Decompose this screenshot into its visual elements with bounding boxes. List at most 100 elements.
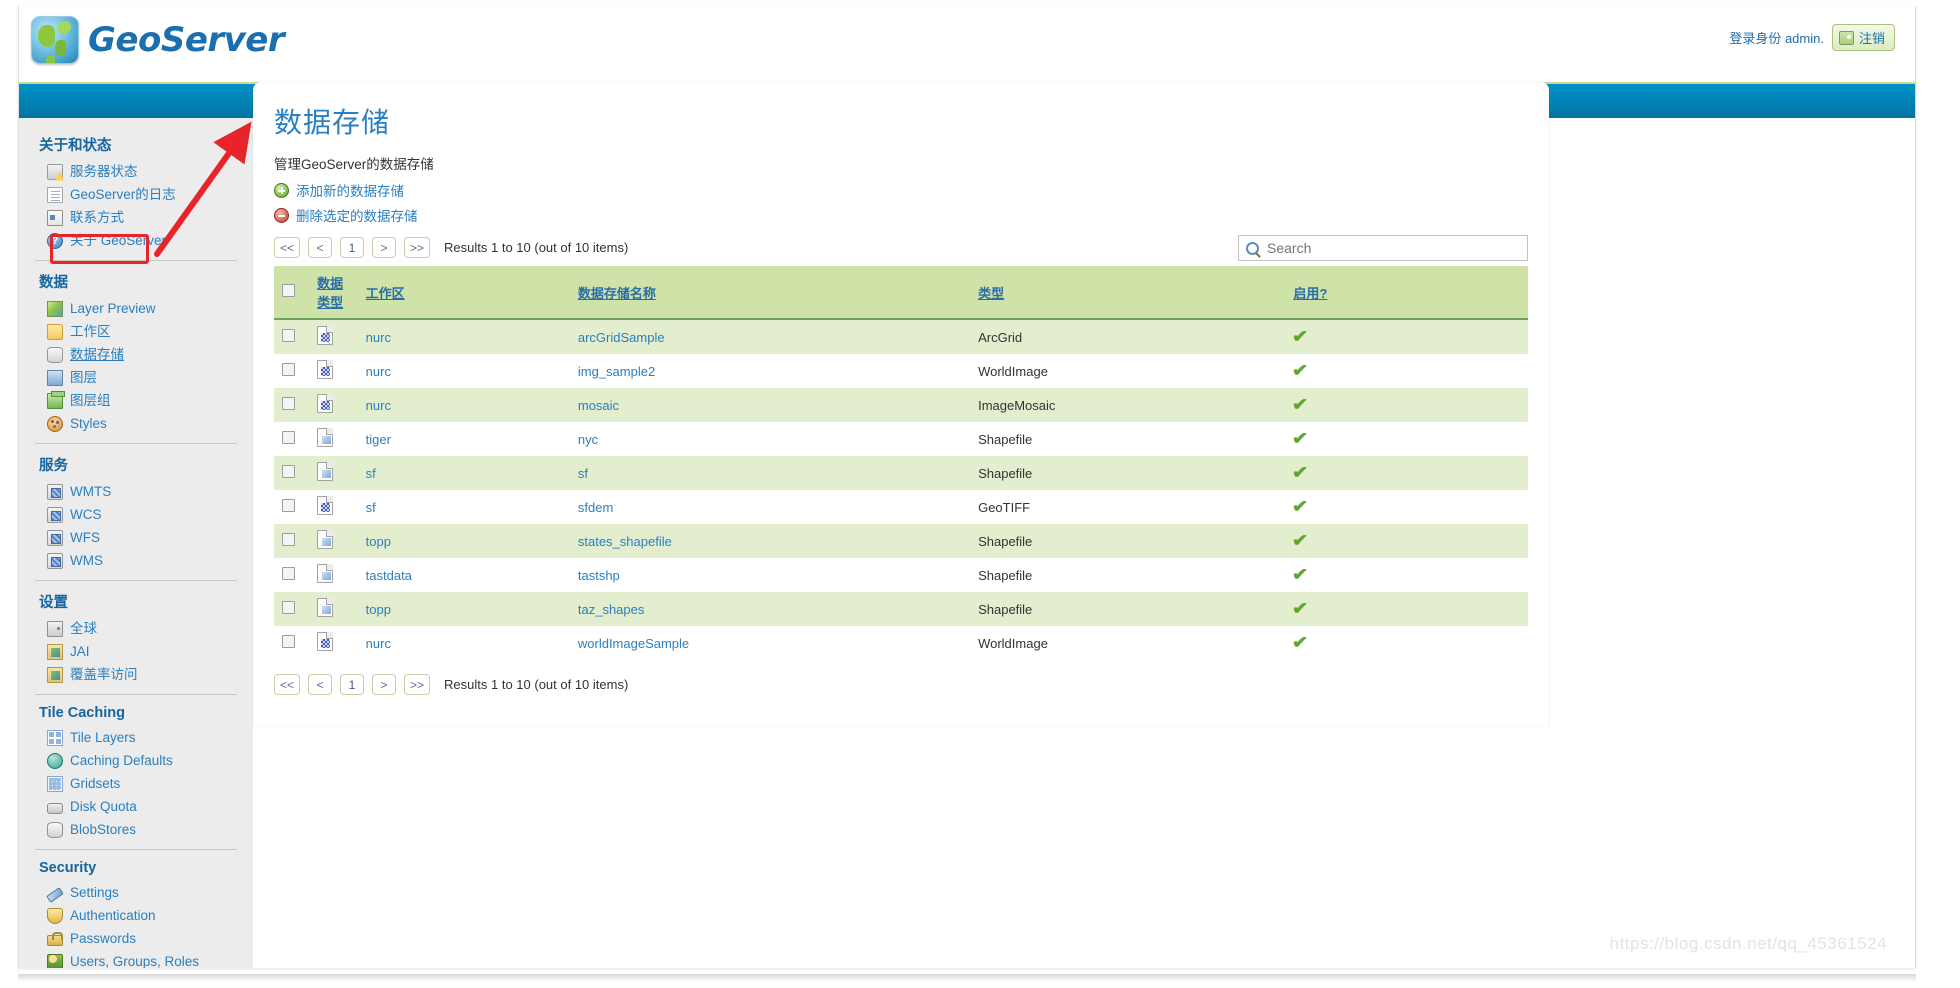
sidebar-item-server-status[interactable]: 服务器状态	[33, 160, 239, 183]
select-all-checkbox[interactable]	[282, 284, 295, 297]
header-enabled-label: 启用?	[1293, 285, 1328, 301]
sidebar-item-label: 数据存储	[70, 347, 124, 362]
pager-first-button-bottom[interactable]: <<	[274, 674, 301, 695]
sidebar-item-coverage-access[interactable]: 覆盖率访问	[33, 663, 239, 686]
sidebar-item-styles[interactable]: Styles	[33, 412, 239, 435]
sidebar-item-jai[interactable]: JAI	[33, 640, 239, 663]
remove-selected-store-link[interactable]: 删除选定的数据存储	[274, 205, 418, 225]
workspace-link[interactable]: topp	[366, 534, 391, 549]
header-type[interactable]: 类型	[970, 266, 1286, 320]
service-icon	[47, 483, 63, 500]
row-select-cell	[274, 524, 309, 558]
workspace-link[interactable]: sf	[366, 466, 376, 481]
row-select-checkbox[interactable]	[282, 635, 295, 648]
table-header-row: 数据类型 工作区 数据存储名称 类型 启用?	[274, 266, 1528, 320]
store-name-link[interactable]: arcGridSample	[578, 330, 665, 345]
sidebar-item-wmts[interactable]: WMTS	[33, 480, 239, 503]
blobstore-icon	[47, 821, 63, 838]
row-select-checkbox[interactable]	[282, 533, 295, 546]
row-type-cell: Shapefile	[978, 567, 1033, 583]
row-store-type-cell	[309, 558, 358, 592]
store-name-link[interactable]: img_sample2	[578, 364, 655, 379]
sidebar-item-gridsets[interactable]: Gridsets	[33, 772, 239, 795]
header-enabled[interactable]: 启用?	[1285, 266, 1528, 320]
row-select-checkbox[interactable]	[282, 499, 295, 512]
sidebar-item-security-settings[interactable]: Settings	[33, 881, 239, 904]
store-name-link[interactable]: nyc	[578, 432, 598, 447]
sidebar-item-layers[interactable]: 图层	[33, 366, 239, 389]
add-new-store-link[interactable]: 添加新的数据存储	[274, 180, 404, 200]
sidebar-item-stores[interactable]: 数据存储	[33, 343, 239, 366]
store-name-link[interactable]: sfdem	[578, 500, 613, 515]
sidebar-item-label: Disk Quota	[70, 799, 137, 814]
workspace-link[interactable]: nurc	[366, 364, 391, 379]
brand-logo[interactable]: GeoServer	[31, 16, 285, 64]
sidebar-item-wcs[interactable]: WCS	[33, 503, 239, 526]
sidebar-item-workspaces[interactable]: 工作区	[33, 320, 239, 343]
row-store-name-cell: tastshp	[570, 558, 970, 592]
sidebar-item-authentication[interactable]: Authentication	[33, 904, 239, 927]
sidebar-item-wfs[interactable]: WFS	[33, 526, 239, 549]
row-store-type-cell	[309, 319, 358, 354]
enabled-check-icon: ✔	[1292, 428, 1309, 448]
store-name-link[interactable]: worldImageSample	[578, 636, 689, 651]
workspace-link[interactable]: nurc	[366, 398, 391, 413]
workspace-link[interactable]: topp	[366, 602, 391, 617]
pager-last-button-bottom[interactable]: >>	[404, 674, 431, 695]
pager-next-button-bottom[interactable]: >	[372, 674, 397, 695]
row-select-checkbox[interactable]	[282, 601, 295, 614]
pager-page-1-button-bottom[interactable]: 1	[340, 674, 365, 695]
sidebar-item-wms[interactable]: WMS	[33, 549, 239, 572]
logout-button[interactable]: 注销	[1831, 24, 1895, 51]
store-name-link[interactable]: taz_shapes	[578, 602, 645, 617]
sidebar-item-caching-defaults[interactable]: Caching Defaults	[33, 749, 239, 772]
sidebar-group-about-status: 关于和状态 服务器状态 GeoServer的日志 联系方式 关于 GeoServ…	[33, 130, 239, 252]
store-name-link[interactable]: tastshp	[578, 568, 620, 583]
header-workspace[interactable]: 工作区	[357, 266, 570, 320]
row-workspace-cell: nurc	[358, 319, 570, 354]
pager-first-button[interactable]: <<	[274, 237, 301, 258]
pager-next-button[interactable]: >	[372, 237, 397, 258]
sidebar-item-global[interactable]: 全球	[33, 617, 239, 640]
workspace-link[interactable]: sf	[366, 500, 376, 515]
row-select-checkbox[interactable]	[282, 567, 295, 580]
store-name-link[interactable]: sf	[578, 466, 588, 481]
row-type-cell: Shapefile	[978, 533, 1033, 549]
row-select-checkbox[interactable]	[282, 329, 295, 342]
document-icon	[47, 186, 63, 203]
door-exit-icon	[1838, 30, 1854, 45]
table-row: topp states_shapefile Shapefile ✔	[274, 524, 1528, 558]
pager-prev-button-bottom[interactable]: <	[308, 674, 333, 695]
sidebar-item-passwords[interactable]: Passwords	[33, 927, 239, 950]
workspace-link[interactable]: nurc	[366, 330, 391, 345]
sidebar-item-layer-preview[interactable]: Layer Preview	[33, 297, 239, 320]
pager-prev-button[interactable]: <	[308, 237, 333, 258]
row-select-checkbox[interactable]	[282, 431, 295, 444]
sidebar-item-layer-groups[interactable]: 图层组	[33, 389, 239, 412]
sidebar-item-users-groups-roles[interactable]: Users, Groups, Roles	[33, 950, 239, 968]
row-select-checkbox[interactable]	[282, 465, 295, 478]
search-input[interactable]	[1265, 239, 1520, 257]
sidebar-item-blobstores[interactable]: BlobStores	[33, 818, 239, 841]
row-store-type-cell	[309, 422, 358, 456]
sidebar-item-label: 联系方式	[70, 210, 124, 225]
sidebar-item-about-geoserver[interactable]: 关于 GeoServer	[33, 229, 239, 252]
store-name-link[interactable]: states_shapefile	[578, 534, 672, 549]
row-type-cell: Shapefile	[978, 465, 1033, 481]
workspace-link[interactable]: tiger	[366, 432, 391, 447]
workspace-link[interactable]: nurc	[366, 636, 391, 651]
enabled-check-icon: ✔	[1292, 598, 1309, 618]
store-name-link[interactable]: mosaic	[578, 398, 619, 413]
workspace-link[interactable]: tastdata	[366, 568, 412, 583]
header-store-name[interactable]: 数据存储名称	[569, 266, 971, 320]
sidebar-item-tile-layers[interactable]: Tile Layers	[33, 726, 239, 749]
row-select-checkbox[interactable]	[282, 397, 295, 410]
search-box[interactable]	[1238, 235, 1528, 261]
sidebar-item-contact[interactable]: 联系方式	[33, 206, 239, 229]
pager-page-1-button[interactable]: 1	[340, 237, 365, 258]
row-select-checkbox[interactable]	[282, 363, 295, 376]
header-data-type[interactable]: 数据类型	[309, 266, 358, 320]
pager-last-button[interactable]: >>	[404, 237, 431, 258]
sidebar-item-geoserver-logs[interactable]: GeoServer的日志	[33, 183, 239, 206]
sidebar-item-disk-quota[interactable]: Disk Quota	[33, 795, 239, 818]
